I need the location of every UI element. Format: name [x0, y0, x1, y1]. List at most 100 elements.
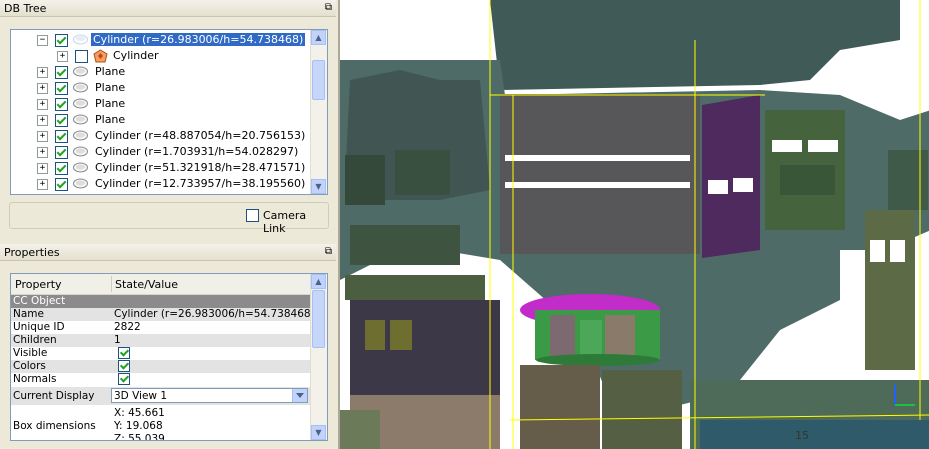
expand-icon[interactable]: + — [37, 163, 48, 174]
box-dim-y: Y: 19.068 — [114, 420, 163, 432]
property-key: Colors — [13, 360, 46, 372]
expand-icon[interactable]: + — [57, 51, 68, 62]
tree-item-label: Plane — [95, 113, 126, 126]
undock-icon[interactable]: ⧉ — [325, 2, 332, 13]
properties-header: Property State/Value — [11, 274, 311, 295]
scale-label: 15 — [795, 429, 809, 442]
tree-item-label: Plane — [95, 97, 126, 110]
property-row-unique-id: Unique ID 2822 — [11, 321, 311, 334]
tree-item-checkbox[interactable] — [55, 178, 68, 191]
colors-checkbox[interactable] — [118, 360, 130, 372]
expand-icon[interactable]: + — [37, 115, 48, 126]
tree-item-mesh[interactable]: + Cylinder — [11, 48, 311, 64]
property-row-box-dimensions: Box dimensions X: 45.661 Y: 19.068 Z: 55… — [11, 406, 311, 440]
expand-icon[interactable]: + — [37, 147, 48, 158]
cylinder-icon — [73, 146, 88, 157]
column-header-property[interactable]: Property — [15, 278, 62, 291]
tree-item-checkbox[interactable] — [55, 98, 68, 111]
property-row-current-display: Current Display 3D View 1 — [11, 387, 311, 405]
tree-item-cylinder[interactable]: + Cylinder (r=48.887054/h=20.756153) — [11, 128, 311, 144]
tree-item-label: Cylinder — [113, 49, 159, 62]
tree-item-checkbox[interactable] — [55, 130, 68, 143]
column-header-value[interactable]: State/Value — [115, 278, 178, 291]
camera-link-group: Camera Link — [9, 202, 329, 235]
property-key: Current Display — [13, 390, 95, 402]
properties-table[interactable]: Property State/Value CC Object Name Cyli… — [10, 273, 328, 441]
property-value: 1 — [114, 334, 121, 346]
tree-item-checkbox[interactable] — [55, 66, 68, 79]
properties-scrollbar[interactable]: ▲ ▼ — [310, 274, 327, 440]
property-row-children: Children 1 — [11, 334, 311, 347]
normals-checkbox[interactable] — [118, 373, 130, 385]
camera-link-checkbox[interactable] — [246, 209, 259, 222]
db-tree[interactable]: − Cylinder (r=26.983006/h=54.738468) + C… — [10, 29, 328, 195]
expand-icon[interactable]: + — [37, 179, 48, 190]
db-tree-scrollbar[interactable]: ▲ ▼ — [310, 30, 327, 194]
property-value: 2822 — [114, 321, 141, 333]
current-display-select[interactable]: 3D View 1 — [111, 388, 308, 403]
scrollbar-thumb[interactable] — [312, 60, 325, 100]
tree-item-cylinder[interactable]: + Cylinder (r=1.703931/h=54.028297) — [11, 144, 311, 160]
visible-checkbox[interactable] — [118, 347, 130, 359]
left-dock: DB Tree ⧉ − Cylinder (r=26.983006/h=54.7… — [0, 0, 338, 449]
tree-item-cylinder-selected[interactable]: − Cylinder (r=26.983006/h=54.738468) — [11, 32, 311, 48]
plane-icon — [73, 114, 88, 125]
expand-icon[interactable]: + — [37, 83, 48, 94]
tree-item-checkbox[interactable] — [55, 114, 68, 127]
properties-title: Properties — [4, 246, 60, 259]
property-row-normals: Normals — [11, 373, 311, 386]
plane-icon — [73, 66, 88, 77]
property-row-colors: Colors — [11, 360, 311, 373]
expand-icon[interactable]: + — [37, 67, 48, 78]
point-cloud-render[interactable]: 15 — [340, 0, 929, 449]
scroll-down-icon[interactable]: ▼ — [311, 179, 326, 194]
cylinder-icon — [73, 178, 88, 189]
property-key: Visible — [13, 347, 48, 359]
properties-titlebar[interactable]: Properties ⧉ — [0, 244, 336, 261]
tree-item-checkbox[interactable] — [55, 146, 68, 159]
cylinder-icon — [73, 162, 88, 173]
tree-item-cylinder[interactable]: + Cylinder (r=12.733957/h=38.195560) — [11, 176, 311, 192]
tree-item-checkbox[interactable] — [55, 162, 68, 175]
3d-view[interactable]: 15 — [338, 0, 929, 449]
expand-icon[interactable]: + — [37, 131, 48, 142]
property-row-visible: Visible — [11, 347, 311, 360]
property-key: Unique ID — [13, 321, 65, 333]
tree-item-plane[interactable]: + Plane — [11, 80, 311, 96]
property-key: Box dimensions — [13, 420, 96, 432]
tree-item-label: Cylinder (r=26.983006/h=54.738468) — [91, 33, 306, 46]
property-key: Children — [13, 334, 57, 346]
tree-item-checkbox[interactable] — [55, 82, 68, 95]
camera-link-label[interactable]: Camera Link — [263, 209, 328, 235]
current-display-value: 3D View 1 — [114, 390, 168, 402]
tree-item-checkbox[interactable] — [75, 50, 88, 63]
cylinder-icon — [73, 34, 88, 45]
chevron-down-icon[interactable] — [292, 389, 307, 402]
tree-item-label: Cylinder (r=12.733957/h=38.195560) — [95, 177, 306, 190]
tree-item-plane[interactable]: + Plane — [11, 64, 311, 80]
property-key: Name — [13, 308, 44, 320]
tree-item-label: Cylinder (r=51.321918/h=28.471571) — [95, 161, 306, 174]
db-tree-titlebar[interactable]: DB Tree ⧉ — [0, 0, 336, 17]
category-row: CC Object — [11, 295, 311, 308]
tree-item-checkbox[interactable] — [55, 34, 68, 47]
tree-item-label: Plane — [95, 65, 126, 78]
plane-icon — [73, 82, 88, 93]
db-tree-title: DB Tree — [4, 2, 47, 15]
tree-item-cylinder[interactable]: + Cylinder (r=51.321918/h=28.471571) — [11, 160, 311, 176]
scroll-up-icon[interactable]: ▲ — [311, 30, 326, 45]
scroll-up-icon[interactable]: ▲ — [311, 274, 326, 289]
tree-item-label: Cylinder (r=1.703931/h=54.028297) — [95, 145, 299, 158]
collapse-icon[interactable]: − — [37, 35, 48, 46]
expand-icon[interactable]: + — [37, 99, 48, 110]
category-label: CC Object — [13, 295, 66, 307]
property-value[interactable]: Cylinder (r=26.983006/h=54.738468) — [114, 308, 315, 320]
plane-icon — [73, 98, 88, 109]
scrollbar-thumb[interactable] — [312, 290, 325, 348]
tree-item-plane[interactable]: + Plane — [11, 96, 311, 112]
scroll-down-icon[interactable]: ▼ — [311, 425, 326, 440]
property-key: Normals — [13, 373, 57, 385]
tree-item-plane[interactable]: + Plane — [11, 112, 311, 128]
undock-icon[interactable]: ⧉ — [325, 246, 332, 257]
cylinder-icon — [73, 130, 88, 141]
